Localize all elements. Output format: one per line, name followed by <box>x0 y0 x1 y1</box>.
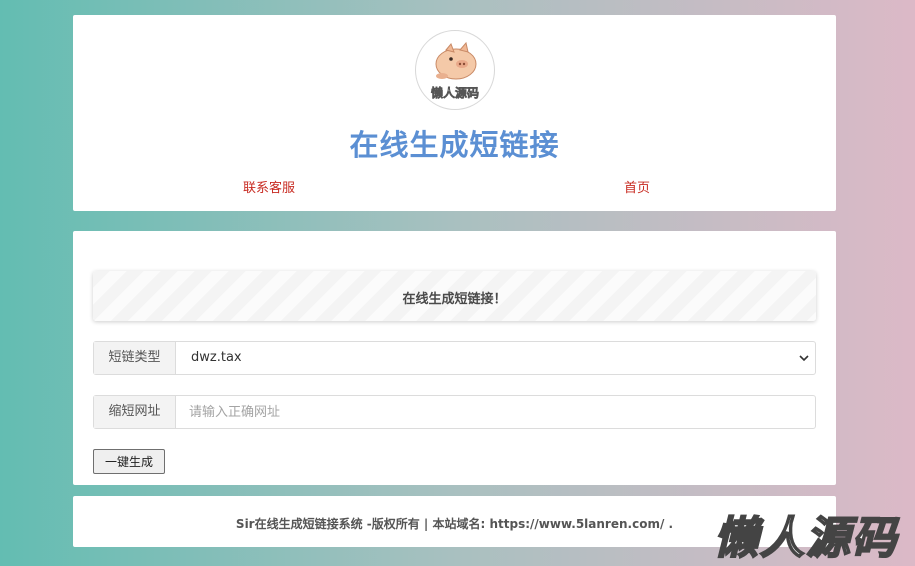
chevron-down-icon[interactable] <box>799 353 809 363</box>
short-link-type-value[interactable]: dwz.tax <box>191 342 242 374</box>
short-link-type-select[interactable]: 短链类型 dwz.tax <box>93 341 816 375</box>
nav-contact-support[interactable]: 联系客服 <box>243 177 295 196</box>
main-panel: 在线生成短链接！ 短链类型 dwz.tax 缩短网址 一键生成 <box>73 231 836 485</box>
shorten-url-label: 缩短网址 <box>94 396 176 428</box>
notice-text: 在线生成短链接！ <box>402 292 507 307</box>
generate-button[interactable]: 一键生成 <box>93 449 165 474</box>
header-panel: 懒人源码 在线生成短链接 联系客服 首页 <box>73 15 836 211</box>
page-title: 在线生成短链接 <box>349 128 560 162</box>
shorten-url-input[interactable] <box>176 396 819 428</box>
watermark-logo: 懒人源码 <box>713 512 898 565</box>
notice-banner: 在线生成短链接！ <box>93 271 816 321</box>
nav-home[interactable]: 首页 <box>624 177 650 196</box>
short-link-type-label: 短链类型 <box>94 342 176 374</box>
shorten-url-group: 缩短网址 <box>93 395 819 429</box>
svg-text:懒人源码: 懒人源码 <box>431 85 479 100</box>
pig-logo: 懒人源码 <box>415 30 495 110</box>
